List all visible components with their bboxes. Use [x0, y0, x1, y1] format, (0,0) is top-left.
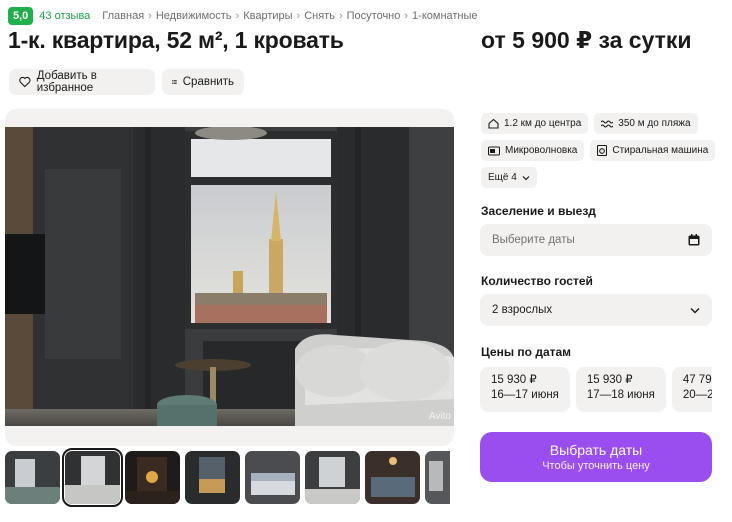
thumbnail-strip: [5, 448, 480, 507]
thumbnail-image: [305, 451, 360, 504]
add-to-favorites-button[interactable]: Добавить в избранное: [9, 69, 155, 95]
photo-thumbnail[interactable]: [185, 451, 240, 504]
checkin-label: Заселение и выезд: [481, 204, 596, 218]
show-more-features-button[interactable]: Ещё 4: [481, 167, 537, 188]
breadcrumb-item-realty[interactable]: Недвижимость: [156, 10, 232, 22]
photo-thumbnail[interactable]: [305, 451, 360, 504]
feature-label: Стиральная машина: [612, 145, 709, 156]
date-prices-carousel: 15 930 ₽ 16—17 июня 15 930 ₽ 17—18 июня …: [480, 367, 712, 412]
thumbnail-image: [5, 451, 60, 504]
date-price-card[interactable]: 15 930 ₽ 17—18 июня: [575, 367, 666, 412]
photo-thumbnail-active[interactable]: [62, 448, 123, 507]
heart-icon: [19, 76, 31, 88]
prices-by-dates-label: Цены по датам: [481, 345, 572, 359]
date-price-range: 20—23 июня: [682, 389, 712, 401]
chevron-down-icon: [522, 175, 530, 180]
date-price-card[interactable]: 47 790 ₽ 20—23 июня: [671, 367, 712, 412]
breadcrumb-separator-icon: ›: [296, 10, 301, 22]
page-title: 1-к. квартира, 52 м², 1 кровать: [8, 27, 344, 53]
avito-watermark: Avito: [429, 411, 451, 422]
feature-chip-center-distance: 1.2 км до центра: [481, 113, 589, 134]
breadcrumb-item-one-room[interactable]: 1-комнатные: [412, 10, 477, 22]
compare-icon: [172, 80, 177, 84]
breadcrumb-item-rent[interactable]: Снять: [304, 10, 335, 22]
breadcrumb: Главная › Недвижимость › Квартиры › Снят…: [102, 10, 477, 22]
date-price-amount: 47 790 ₽: [682, 374, 712, 386]
compare-label: Сравнить: [182, 76, 234, 88]
thumbnail-image: [185, 451, 240, 504]
breadcrumb-item-apartments[interactable]: Квартиры: [243, 10, 292, 22]
date-price-range: 16—17 июня: [491, 389, 559, 401]
select-dates-button[interactable]: Выбрать даты Чтобы уточнить цену: [480, 432, 712, 482]
dates-placeholder: Выберите даты: [492, 234, 575, 246]
feature-chip-beach-distance: 350 м до пляжа: [594, 113, 698, 134]
select-dates-label: Выбрать даты: [549, 442, 643, 458]
photo-thumbnail[interactable]: [365, 451, 420, 504]
thumbnail-image: [425, 451, 450, 504]
apartment-photo-image: Avito: [5, 109, 454, 446]
breadcrumb-separator-icon: ›: [235, 10, 240, 22]
photo-thumbnail[interactable]: [245, 451, 300, 504]
compare-button[interactable]: Сравнить: [162, 69, 244, 95]
guests-select[interactable]: 2 взрослых: [480, 294, 712, 326]
guests-value: 2 взрослых: [492, 304, 553, 316]
reviews-link[interactable]: 43 отзыва: [39, 10, 90, 22]
rating-badge: 5,0: [8, 7, 34, 25]
thumbnail-image: [65, 451, 120, 504]
feature-chip-microwave: Микроволновка: [481, 140, 585, 161]
breadcrumb-separator-icon: ›: [404, 10, 409, 22]
date-price-range: 17—18 июня: [586, 389, 655, 401]
thumbnail-image: [365, 451, 420, 504]
photo-thumbnail[interactable]: [425, 451, 480, 504]
date-price-amount: 15 930 ₽: [491, 374, 537, 386]
breadcrumb-item-daily[interactable]: Посуточно: [347, 10, 401, 22]
home-icon: [488, 118, 499, 129]
breadcrumb-separator-icon: ›: [338, 10, 343, 22]
thumbnail-image: [125, 451, 180, 504]
show-more-label: Ещё 4: [488, 172, 517, 183]
listing-price: от 5 900 ₽ за сутки: [481, 27, 692, 53]
thumbnail-image: [245, 451, 300, 504]
washing-machine-icon: [597, 145, 608, 156]
dates-picker[interactable]: Выберите даты: [480, 224, 712, 256]
main-photo[interactable]: Avito: [5, 109, 454, 446]
date-price-card[interactable]: 15 930 ₽ 16—17 июня: [480, 367, 570, 412]
feature-label: 350 м до пляжа: [618, 118, 691, 129]
feature-label: Микроволновка: [505, 145, 578, 156]
guests-label: Количество гостей: [481, 274, 593, 288]
photo-thumbnail[interactable]: [5, 451, 60, 504]
features-list: 1.2 км до центра 350 м до пляжа Микровол…: [481, 113, 721, 188]
waves-icon: [601, 119, 614, 128]
add-to-favorites-label: Добавить в избранное: [36, 70, 97, 94]
breadcrumb-separator-icon: ›: [148, 10, 152, 22]
chevron-down-icon: [690, 307, 700, 313]
top-line: 5,0 43 отзыва Главная › Недвижимость › К…: [8, 7, 478, 25]
select-dates-sublabel: Чтобы уточнить цену: [542, 460, 650, 472]
date-price-amount: 15 930 ₽: [586, 374, 633, 386]
microwave-icon: [488, 145, 500, 156]
feature-chip-washing-machine: Стиральная машина: [590, 140, 716, 161]
calendar-icon: [688, 234, 700, 246]
breadcrumb-item-home[interactable]: Главная: [102, 10, 144, 22]
photo-thumbnail[interactable]: [125, 451, 180, 504]
feature-label: 1.2 км до центра: [504, 118, 582, 129]
